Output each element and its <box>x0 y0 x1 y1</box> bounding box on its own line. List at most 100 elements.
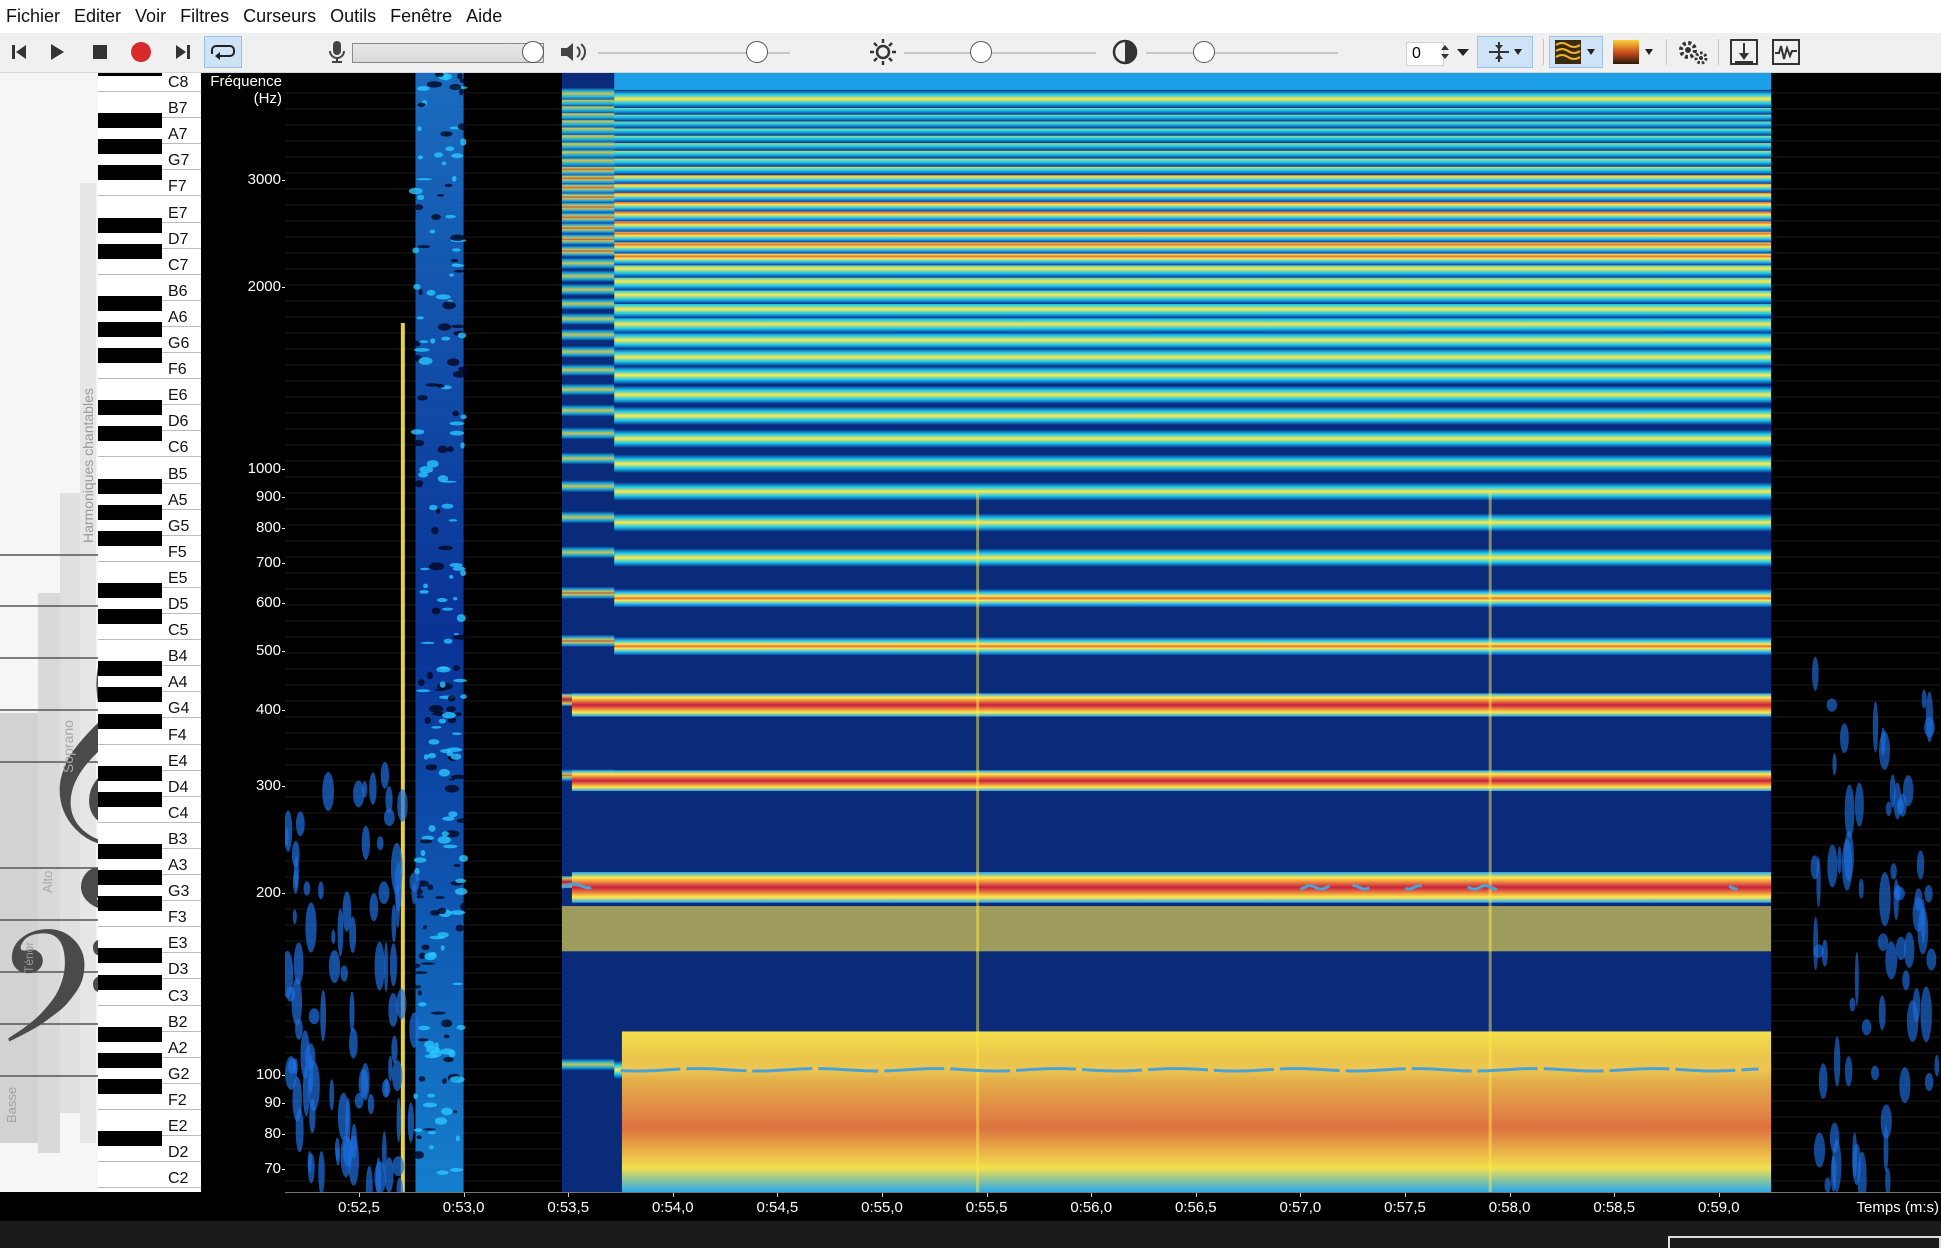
piano-black-key[interactable] <box>98 400 162 415</box>
noise-speck <box>370 893 379 921</box>
volume-slider-knob[interactable] <box>746 41 768 63</box>
noise-speck <box>458 366 469 372</box>
noise-speck <box>1834 1036 1840 1086</box>
piano-black-key[interactable] <box>98 687 162 702</box>
piano-black-key[interactable] <box>98 139 162 154</box>
piano-black-key[interactable] <box>98 505 162 520</box>
piano-black-key[interactable] <box>98 661 162 676</box>
noise-speck <box>452 410 459 416</box>
contrast-slider-track[interactable] <box>1146 52 1338 54</box>
status-panel <box>1668 1236 1941 1248</box>
piano-black-key[interactable] <box>98 322 162 337</box>
time-tick-label: 0:52,5 <box>338 1199 380 1216</box>
speaker-icon[interactable] <box>558 36 592 68</box>
menu-voir[interactable]: Voir <box>128 0 173 33</box>
piano-black-key[interactable] <box>98 73 162 76</box>
stop-icon[interactable] <box>87 36 113 68</box>
noise-speck <box>416 178 432 180</box>
menu-curseurs[interactable]: Curseurs <box>236 0 323 33</box>
piano-black-key[interactable] <box>98 296 162 311</box>
piano-black-key[interactable] <box>98 1079 162 1094</box>
noise-speck <box>1879 731 1890 770</box>
noise-speck <box>362 826 370 860</box>
noise-speck <box>435 896 445 899</box>
piano-black-key[interactable] <box>98 948 162 963</box>
noise-speck <box>449 575 453 579</box>
menu-aide[interactable]: Aide <box>459 0 509 33</box>
scroll-follow-icon[interactable] <box>1726 36 1762 68</box>
piano-black-key[interactable] <box>98 714 162 729</box>
record-icon[interactable] <box>128 36 154 68</box>
time-tick-label: 0:55,5 <box>966 1199 1008 1216</box>
piano-black-key[interactable] <box>98 348 162 363</box>
spectrum-palette-icon[interactable] <box>1608 36 1660 68</box>
piano-black-key[interactable] <box>98 792 162 807</box>
noise-speck <box>418 990 422 995</box>
waveform-icon[interactable] <box>1768 36 1804 68</box>
microphone-icon[interactable] <box>326 36 348 68</box>
skip-forward-icon[interactable] <box>170 36 196 68</box>
piano-black-key[interactable] <box>98 844 162 859</box>
noise-speck <box>340 965 348 981</box>
piano-black-key[interactable] <box>98 426 162 441</box>
spectrogram-view[interactable] <box>285 73 1941 1192</box>
loop-icon[interactable] <box>204 36 242 68</box>
piano-black-key[interactable] <box>98 531 162 546</box>
noise-speck <box>294 942 304 985</box>
harmonic-band <box>614 637 1771 655</box>
noise-speck <box>322 772 334 811</box>
noise-speck <box>292 978 302 1026</box>
noise-speck <box>420 839 432 843</box>
input-gain-knob[interactable] <box>522 41 544 63</box>
noise-speck <box>437 598 448 602</box>
noise-speck <box>1822 940 1828 967</box>
note-label: D6 <box>168 414 188 430</box>
noise-speck <box>1832 753 1836 775</box>
piano-black-key[interactable] <box>98 870 162 885</box>
note-label: C8 <box>168 75 188 91</box>
piano-black-key[interactable] <box>98 583 162 598</box>
spin-up-down-icon[interactable] <box>1438 36 1452 68</box>
time-tick-label: 0:55,0 <box>861 1199 903 1216</box>
piano-black-key[interactable] <box>98 1027 162 1042</box>
noise-speck <box>438 546 453 551</box>
menu-filtres[interactable]: Filtres <box>173 0 236 33</box>
piano-black-key[interactable] <box>98 113 162 128</box>
piano-black-key[interactable] <box>98 218 162 233</box>
piano-black-key[interactable] <box>98 1131 162 1146</box>
noise-speck <box>409 1012 419 1048</box>
contrast-slider-knob[interactable] <box>1193 41 1215 63</box>
piano-black-key[interactable] <box>98 609 162 624</box>
piano-black-key[interactable] <box>98 244 162 259</box>
settings-icon[interactable] <box>1674 36 1712 68</box>
play-icon[interactable] <box>44 36 70 68</box>
piano-black-key[interactable] <box>98 165 162 180</box>
noise-speck <box>442 1078 447 1084</box>
time-tick-label: 0:56,5 <box>1175 1199 1217 1216</box>
noise-speck <box>430 936 446 940</box>
noise-speck <box>449 422 464 426</box>
harmonic-band <box>614 386 1771 404</box>
menu-outils[interactable]: Outils <box>323 0 383 33</box>
brightness-slider-track[interactable] <box>904 52 1096 54</box>
skip-back-icon[interactable] <box>6 36 32 68</box>
attack-harmonic <box>562 453 614 465</box>
piano-black-key[interactable] <box>98 896 162 911</box>
piano-black-key[interactable] <box>98 479 162 494</box>
piano-black-key[interactable] <box>98 975 162 990</box>
harmonic-band <box>614 513 1771 531</box>
noise-speck <box>349 916 356 953</box>
piano-black-key[interactable] <box>98 766 162 781</box>
noise-speck <box>409 872 419 891</box>
harmonic-colors-icon[interactable] <box>1549 36 1603 68</box>
dropdown-icon[interactable] <box>1455 36 1471 68</box>
noise-speck <box>453 864 460 867</box>
menu-fenetre[interactable]: Fenêtre <box>383 0 459 33</box>
brightness-slider-knob[interactable] <box>970 41 992 63</box>
piano-black-key[interactable] <box>98 1053 162 1068</box>
noise-speck <box>419 1076 426 1082</box>
cursor-snap-icon[interactable] <box>1477 36 1533 68</box>
menu-editer[interactable]: Editer <box>67 0 128 33</box>
menu-fichier[interactable]: Fichier <box>0 0 67 33</box>
noise-speck <box>1913 988 1920 1022</box>
